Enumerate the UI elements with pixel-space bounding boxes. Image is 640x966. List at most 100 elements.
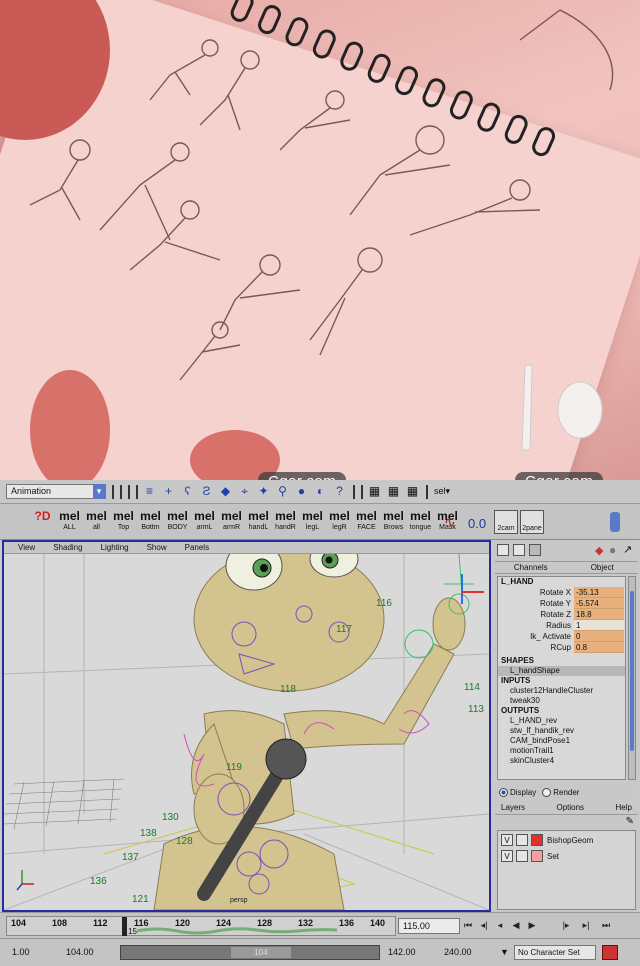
attr-value-field[interactable]: 0.8 bbox=[574, 642, 624, 653]
two-cam-button[interactable]: 2cam bbox=[494, 510, 518, 534]
step-forward-icon[interactable]: ▸| bbox=[580, 919, 592, 932]
playback-end-field[interactable]: 142.00 bbox=[386, 945, 438, 960]
output-item[interactable]: L_HAND_rev bbox=[498, 716, 625, 726]
select-component-icon[interactable]: ʕ bbox=[180, 484, 195, 499]
ipr-render-icon[interactable]: ▦ bbox=[386, 484, 401, 499]
input-item[interactable]: cluster12HandleCluster bbox=[498, 686, 625, 696]
playback-start-field[interactable]: 104.00 bbox=[64, 945, 116, 960]
channel-box-icon[interactable] bbox=[497, 544, 509, 556]
node-name[interactable]: L_HAND bbox=[498, 577, 625, 587]
attr-rotate-y[interactable]: Rotate Y -5.574 bbox=[498, 598, 625, 609]
shelf-button-leg-l[interactable]: mel legL bbox=[300, 509, 325, 535]
dynamics-icon[interactable]: ● bbox=[294, 484, 309, 499]
output-item[interactable]: motionTrail1 bbox=[498, 746, 625, 756]
go-to-end-icon[interactable]: ⏭ bbox=[600, 919, 612, 932]
range-handle[interactable]: 104 bbox=[231, 947, 291, 958]
step-back-key-icon[interactable]: ◂ bbox=[494, 919, 506, 932]
channel-box-scrollbar[interactable] bbox=[628, 576, 636, 780]
layer-menu-help[interactable]: Help bbox=[616, 802, 632, 814]
viewport-menu-lighting[interactable]: Lighting bbox=[101, 542, 129, 553]
shelf-button-all[interactable]: mel all bbox=[84, 509, 109, 535]
attr-value-field[interactable]: -35.13 bbox=[574, 587, 624, 598]
range-bar[interactable]: 104 bbox=[120, 945, 380, 960]
arrow-icon[interactable]: ↗ bbox=[623, 543, 632, 556]
shelf-button-1[interactable]: ?D bbox=[30, 509, 55, 535]
shelf-button-arm-l[interactable]: mel armL bbox=[192, 509, 217, 535]
render-radio[interactable]: Render bbox=[542, 788, 579, 798]
sphere-icon[interactable]: ● bbox=[609, 543, 616, 557]
selection-field-dropdown[interactable]: sel▾ bbox=[434, 486, 450, 497]
character-set-field[interactable]: No Character Set bbox=[514, 945, 596, 960]
curve-icon[interactable]: ∿ bbox=[444, 514, 456, 531]
visibility-toggle[interactable]: V bbox=[501, 850, 513, 862]
shape-item[interactable]: L_handShape bbox=[498, 666, 625, 676]
input-item[interactable]: tweak30 bbox=[498, 696, 625, 706]
attr-value-field[interactable]: 1 bbox=[574, 620, 624, 631]
joint-icon[interactable]: ⌖ bbox=[237, 484, 252, 499]
shelf-scroll-icon[interactable] bbox=[610, 512, 620, 532]
time-slider-track[interactable]: 104 108 112 116 120 124 128 132 136 140 … bbox=[6, 916, 396, 936]
current-time-field[interactable]: 115.00 bbox=[398, 918, 460, 934]
shelf-button-face[interactable]: mel FACE bbox=[354, 509, 379, 535]
render-globals-icon[interactable]: ▦ bbox=[405, 484, 420, 499]
attr-value-field[interactable]: 0 bbox=[574, 631, 624, 642]
layer-row[interactable]: V BishopGeom bbox=[498, 833, 635, 847]
attr-rotate-x[interactable]: Rotate X -35.13 bbox=[498, 587, 625, 598]
attr-rotate-z[interactable]: Rotate Z 18.8 bbox=[498, 609, 625, 620]
perspective-viewport[interactable]: View Shading Lighting Show Panels 116 11… bbox=[2, 540, 491, 912]
viewport-menu-panels[interactable]: Panels bbox=[185, 542, 209, 553]
deformer-icon[interactable]: ⚲ bbox=[275, 484, 290, 499]
shelf-button-leg-r[interactable]: mel legR bbox=[327, 509, 352, 535]
animation-start-field[interactable]: 1.00 bbox=[10, 945, 60, 960]
auto-key-button[interactable] bbox=[602, 945, 618, 960]
snap-curve-icon[interactable]: Ƨ bbox=[199, 484, 214, 499]
step-forward-key-icon[interactable]: |▸ bbox=[560, 919, 572, 932]
step-back-icon[interactable]: ◂| bbox=[478, 919, 490, 932]
layer-menu-layers[interactable]: Layers bbox=[501, 802, 525, 814]
tab-channels[interactable]: Channels bbox=[495, 562, 567, 573]
shelf-button-body[interactable]: mel BODY bbox=[165, 509, 190, 535]
go-to-start-icon[interactable]: ⏮ bbox=[462, 919, 474, 932]
layer-color-swatch[interactable] bbox=[531, 834, 543, 846]
template-toggle[interactable] bbox=[516, 850, 528, 862]
rendering-icon[interactable]: ◐ bbox=[313, 484, 328, 499]
visibility-toggle[interactable]: V bbox=[501, 834, 513, 846]
shelf-button-all-caps[interactable]: mel ALL bbox=[57, 509, 82, 535]
misc-icon[interactable]: ? bbox=[332, 484, 347, 499]
template-toggle[interactable] bbox=[516, 834, 528, 846]
layer-color-swatch[interactable] bbox=[531, 850, 543, 862]
output-item[interactable]: CAM_bindPose1 bbox=[498, 736, 625, 746]
animation-end-field[interactable]: 240.00 bbox=[442, 945, 494, 960]
viewport-menu-show[interactable]: Show bbox=[147, 542, 167, 553]
shelf-button-brows[interactable]: mel Brows bbox=[381, 509, 406, 535]
shelf-button-arm-r[interactable]: mel armR bbox=[219, 509, 244, 535]
attr-rcup[interactable]: RCup 0.8 bbox=[498, 642, 625, 653]
select-object-icon[interactable]: + bbox=[161, 484, 176, 499]
tool-settings-icon[interactable] bbox=[529, 544, 541, 556]
new-layer-icon[interactable]: ✎ bbox=[626, 816, 634, 827]
snap-grid-icon[interactable]: ◆ bbox=[218, 484, 233, 499]
display-radio[interactable]: Display bbox=[499, 788, 536, 798]
time-slider[interactable]: 104 108 112 116 120 124 128 132 136 140 … bbox=[0, 912, 640, 938]
attr-ik-activate[interactable]: Ik_ Activate 0 bbox=[498, 631, 625, 642]
layer-row[interactable]: V Set bbox=[498, 849, 635, 863]
output-item[interactable]: stw_lf_handik_rev bbox=[498, 726, 625, 736]
shelf-button-top[interactable]: mel Top bbox=[111, 509, 136, 535]
select-hierarchy-icon[interactable]: ≡ bbox=[142, 484, 157, 499]
shelf-button-tongue[interactable]: mel tongue bbox=[408, 509, 433, 535]
render-frame-icon[interactable]: ▦ bbox=[367, 484, 382, 499]
viewport-menu-shading[interactable]: Shading bbox=[53, 542, 82, 553]
attr-radius[interactable]: Radius 1 bbox=[498, 620, 625, 631]
layer-menu-options[interactable]: Options bbox=[556, 802, 584, 814]
viewport-menu-view[interactable]: View bbox=[18, 542, 35, 553]
tab-object[interactable]: Object bbox=[567, 562, 639, 573]
output-item[interactable]: skinCluster4 bbox=[498, 756, 625, 766]
shelf-button-bottom[interactable]: mel Bottm bbox=[138, 509, 163, 535]
shelf-button-hand-l[interactable]: mel handL bbox=[246, 509, 271, 535]
two-pane-button[interactable]: 2pane bbox=[520, 510, 544, 534]
color-wheel-icon[interactable]: ◆ bbox=[595, 544, 603, 557]
play-back-icon[interactable]: ◀ bbox=[510, 919, 522, 932]
play-forward-icon[interactable]: ▶ bbox=[526, 919, 538, 932]
character-set-arrow-icon[interactable]: ▼ bbox=[500, 947, 509, 957]
attr-value-field[interactable]: -5.574 bbox=[574, 598, 624, 609]
